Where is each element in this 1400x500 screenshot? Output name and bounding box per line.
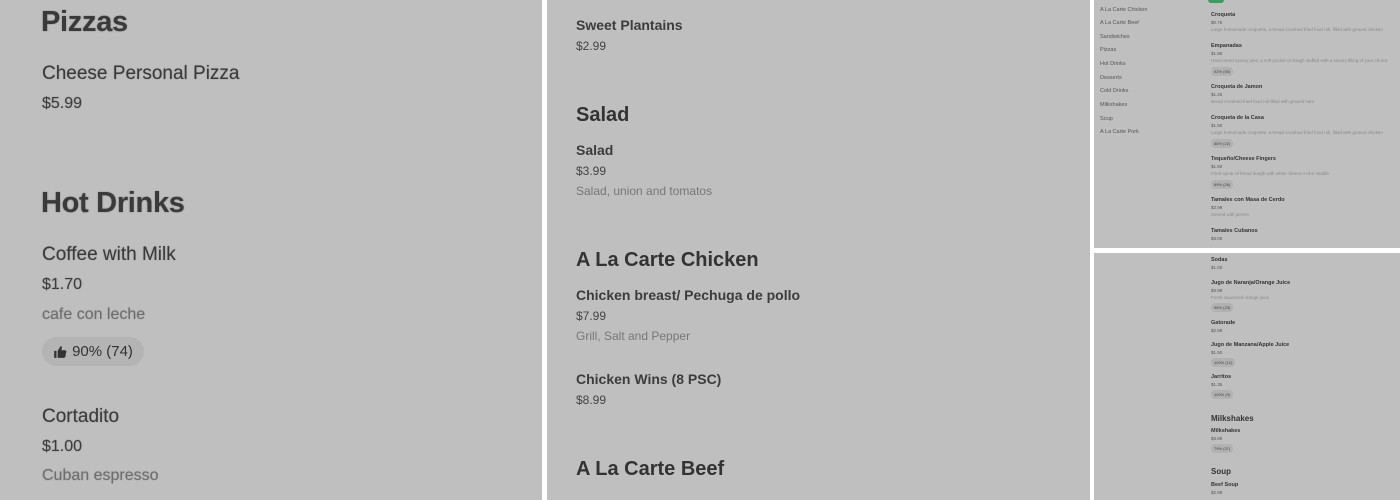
menu-item-price: $1.85 (1211, 51, 1223, 56)
sidebar-item[interactable]: Cold Drinks (1100, 88, 1128, 94)
menu-item-price: $1.70 (42, 276, 83, 293)
menu-item-name[interactable]: Cortadito (42, 406, 119, 428)
zoomed-menu-panel-left: Pizzas Cheese Personal Pizza $5.99 Hot D… (0, 0, 542, 500)
menu-item-price: $3.99 (1211, 436, 1223, 441)
menu-item-name[interactable]: Tamales con Masa de Cerdo (1211, 197, 1285, 203)
menu-item-price: $2.99 (576, 39, 607, 53)
menu-item-name[interactable]: Jugo de Naranja/Orange Juice (1211, 280, 1290, 286)
rating-badge: 92% (90) (1211, 67, 1234, 76)
menu-item-description: Large homemade croquette, a bread crumbe… (1211, 130, 1383, 135)
menu-item-name[interactable]: Tamales Cubanos (1211, 228, 1258, 234)
sidebar-item[interactable]: Hot Drinks (1100, 61, 1126, 67)
menu-item-name[interactable]: Beef Soup (1211, 482, 1238, 488)
sidebar-item[interactable]: Desserts (1100, 75, 1122, 81)
menu-item-price: $3.99 (1211, 205, 1223, 210)
menu-item-description: Cuban espresso (42, 467, 159, 484)
menu-item-price: $5.99 (42, 95, 83, 112)
sidebar-item[interactable]: Sandwiches (1100, 34, 1130, 40)
menu-item-price: $3.00 (1211, 236, 1223, 241)
menu-item-price: $1.00 (42, 438, 83, 455)
menu-item-name[interactable]: Gatorade (1211, 320, 1235, 326)
section-title-a-la-carte-beef: A La Carte Beef (576, 458, 725, 480)
menu-item-price: $1.25 (1211, 92, 1223, 97)
rating-badge: 89% (28) (1211, 180, 1234, 189)
menu-item-name[interactable]: Empanadas (1211, 43, 1242, 49)
rating-text: 90% (74) (72, 343, 133, 360)
menu-item-price: $0.75 (1211, 20, 1223, 25)
menu-item-description: Large homemade croquette, a bread crumbe… (1211, 27, 1383, 32)
rating-badge: 96% (23) (1211, 303, 1234, 312)
menu-item-name[interactable]: Croqueta de Jamon (1211, 84, 1262, 90)
menu-item-name[interactable]: Croqueta (1211, 12, 1235, 18)
menu-overview-panel-bottom: Sodas $1.00 Jugo de Naranja/Orange Juice… (1094, 253, 1400, 500)
sidebar-item[interactable]: A La Carte Chicken (1100, 7, 1147, 13)
menu-item-description: Salad, union and tomatos (576, 184, 713, 198)
menu-item-price: $2.99 (1211, 490, 1223, 495)
rating-badge: 86% (22) (1211, 139, 1234, 148)
menu-item-description: cafe con leche (42, 306, 146, 323)
menu-item-description: Served with pieces (1211, 212, 1249, 217)
sidebar-item[interactable]: A La Carte Beef (1100, 20, 1139, 26)
menu-item-description: Fried spear of bread dough with white ch… (1211, 171, 1329, 176)
menu-item-price: $1.50 (1211, 350, 1223, 355)
menu-item-name[interactable]: Sweet Plantains (576, 17, 683, 33)
sidebar-item[interactable]: Soup (1100, 116, 1113, 122)
menu-item-price: $1.00 (1211, 265, 1223, 270)
rating-badge: 90% (74) (42, 337, 144, 366)
menu-overview-panel-top: A La Carte Chicken A La Carte Beef Sandw… (1094, 0, 1400, 248)
menu-item-name[interactable]: Jugo de Manzana/Apple Juice (1211, 342, 1289, 348)
rating-badge: 100% (12) (1211, 358, 1236, 367)
menu-item-name[interactable]: Jarritos (1211, 374, 1231, 380)
section-title-pizzas: Pizzas (41, 6, 128, 38)
sidebar-item[interactable]: Pizzas (1100, 47, 1116, 53)
menu-item-name[interactable]: Chicken breast/ Pechuga de pollo (576, 287, 800, 303)
menu-item-price: $2.99 (1211, 328, 1223, 333)
menu-item-name[interactable]: Tequeño/Cheese Fingers (1211, 156, 1276, 162)
menu-item-name[interactable]: Chicken Wins (8 PSC) (576, 371, 721, 387)
menu-item-price: $3.99 (576, 164, 607, 178)
section-title-milkshakes: Milkshakes (1211, 414, 1254, 423)
menu-item-name[interactable]: Coffee with Milk (42, 244, 176, 266)
menu-item-name[interactable]: Milkshakes (1211, 428, 1240, 434)
thumbs-up-icon (54, 345, 67, 358)
menu-item-price: $3.99 (1211, 288, 1223, 293)
zoomed-menu-panel-middle: Sweet Plantains $2.99 Salad Salad $3.99 … (547, 0, 1090, 500)
menu-item-name[interactable]: Croqueta de la Casa (1211, 115, 1264, 121)
section-title-a-la-carte-chicken: A La Carte Chicken (576, 249, 759, 271)
menu-item-name[interactable]: Salad (576, 142, 613, 158)
sidebar-item[interactable]: Milkshakes (1100, 102, 1127, 108)
menu-item-description: Hand-sized savory pies, a soft pocket of… (1211, 58, 1388, 63)
section-title-hot-drinks: Hot Drinks (41, 187, 185, 219)
menu-item-price: $1.80 (1211, 164, 1223, 169)
menu-item-price: $1.50 (1211, 123, 1223, 128)
menu-item-price: $7.99 (576, 309, 607, 323)
menu-item-price: $8.99 (576, 393, 607, 407)
menu-item-name[interactable]: Sodas (1211, 257, 1228, 263)
menu-item-description: Fresh squeezed orange juice (1211, 295, 1270, 300)
rating-badge: 100% (9) (1211, 390, 1234, 399)
menu-item-price: $1.35 (1211, 382, 1223, 387)
menu-item-description: Grill, Salt and Pepper (576, 329, 691, 343)
section-title-salad: Salad (576, 104, 630, 126)
sidebar-item[interactable]: A La Carte Pork (1100, 129, 1139, 135)
accent-button[interactable] (1208, 0, 1224, 3)
menu-item-description: Bread crumbed fried food roll filled wit… (1211, 99, 1315, 104)
menu-item-name[interactable]: Cheese Personal Pizza (42, 63, 240, 85)
section-title-soup: Soup (1211, 467, 1231, 476)
rating-badge: 79% (37) (1211, 444, 1234, 453)
